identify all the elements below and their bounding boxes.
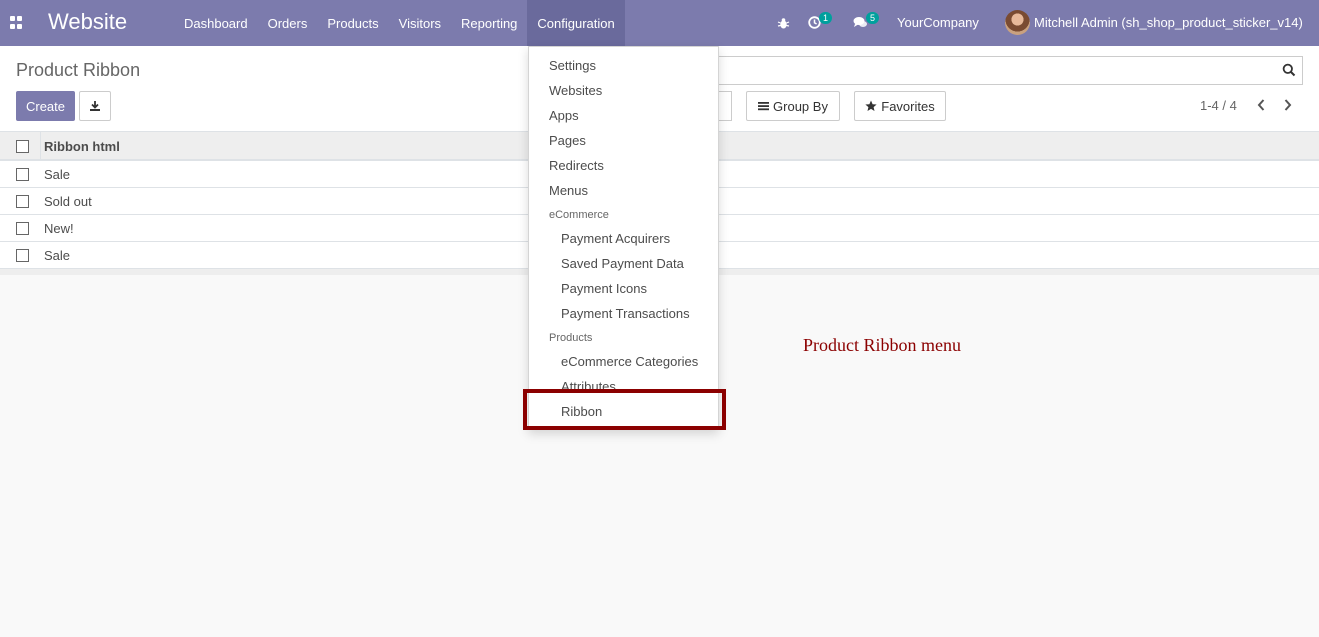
menu-orders[interactable]: Orders: [258, 0, 318, 46]
row-ribbon-html: Sold out: [44, 194, 92, 209]
dropdown-item-payment-icons[interactable]: Payment Icons: [561, 281, 647, 296]
dropdown-item-payment-transactions[interactable]: Payment Transactions: [561, 306, 690, 321]
messages-button[interactable]: 5: [852, 0, 884, 46]
user-menu[interactable]: Mitchell Admin (sh_shop_product_sticker_…: [1034, 15, 1303, 30]
bars-icon: [758, 102, 770, 111]
star-icon: [865, 100, 877, 111]
pager-value[interactable]: 1-4 / 4: [1200, 98, 1237, 113]
row-checkbox[interactable]: [16, 195, 29, 208]
dropdown-item-pages[interactable]: Pages: [549, 133, 586, 148]
search-input[interactable]: [718, 56, 1303, 85]
activity-button[interactable]: 1: [806, 0, 836, 46]
menu-configuration[interactable]: Configuration: [527, 0, 625, 46]
bug-icon[interactable]: [775, 0, 791, 46]
dropdown-item-apps[interactable]: Apps: [549, 108, 579, 123]
download-icon: [90, 101, 100, 111]
dropdown-section-products: Products: [549, 332, 593, 344]
search-icon[interactable]: [1282, 63, 1296, 77]
dropdown-item-redirects[interactable]: Redirects: [549, 158, 604, 173]
column-header-ribbon-html[interactable]: Ribbon html: [44, 139, 120, 154]
chevron-right-icon[interactable]: [1280, 96, 1296, 114]
row-ribbon-html: Sale: [44, 167, 71, 182]
company-switcher[interactable]: YourCompany: [897, 15, 979, 30]
dropdown-item-ecommerce-categories[interactable]: eCommerce Categories: [561, 354, 698, 369]
group-by-button[interactable]: Group By: [746, 91, 840, 121]
row-ribbon-html: Sale: [44, 248, 71, 263]
favorites-button[interactable]: Favorites: [854, 91, 946, 121]
page-title: Product Ribbon: [16, 60, 141, 80]
row-checkbox[interactable]: [16, 222, 29, 235]
menu-products[interactable]: Products: [317, 0, 388, 46]
group-by-label: Group By: [773, 98, 828, 114]
app-brand[interactable]: Website: [48, 9, 127, 35]
main-menu: Dashboard Orders Products Visitors Repor…: [174, 0, 625, 46]
dropdown-item-menus[interactable]: Menus: [549, 183, 588, 198]
apps-grid-icon[interactable]: [10, 16, 23, 29]
ribbon-highlight-box: [523, 389, 726, 430]
row-checkbox[interactable]: [16, 249, 29, 262]
annotation-label: Product Ribbon menu: [803, 335, 961, 355]
activity-badge: 1: [819, 12, 833, 24]
dropdown-item-websites[interactable]: Websites: [549, 83, 602, 98]
row-ribbon-html: New!: [44, 221, 74, 236]
avatar[interactable]: [1005, 10, 1030, 35]
download-button[interactable]: [79, 91, 111, 121]
filters-button[interactable]: [718, 91, 732, 121]
dropdown-item-payment-acquirers[interactable]: Payment Acquirers: [561, 231, 670, 246]
column-divider: [40, 132, 41, 161]
top-navbar: Website Dashboard Orders Products Visito…: [0, 0, 1319, 46]
select-all-checkbox[interactable]: [16, 140, 29, 153]
menu-visitors[interactable]: Visitors: [389, 0, 451, 46]
chevron-left-icon[interactable]: [1253, 96, 1269, 114]
dropdown-section-ecommerce: eCommerce: [549, 209, 609, 221]
row-checkbox[interactable]: [16, 168, 29, 181]
menu-dashboard[interactable]: Dashboard: [174, 0, 258, 46]
menu-reporting[interactable]: Reporting: [451, 0, 527, 46]
dropdown-item-saved-payment-data[interactable]: Saved Payment Data: [561, 256, 684, 271]
configuration-dropdown: Settings Websites Apps Pages Redirects M…: [528, 46, 719, 430]
favorites-label: Favorites: [881, 98, 935, 114]
messages-badge: 5: [866, 12, 880, 24]
dropdown-item-settings[interactable]: Settings: [549, 58, 596, 73]
create-button[interactable]: Create: [16, 91, 75, 121]
